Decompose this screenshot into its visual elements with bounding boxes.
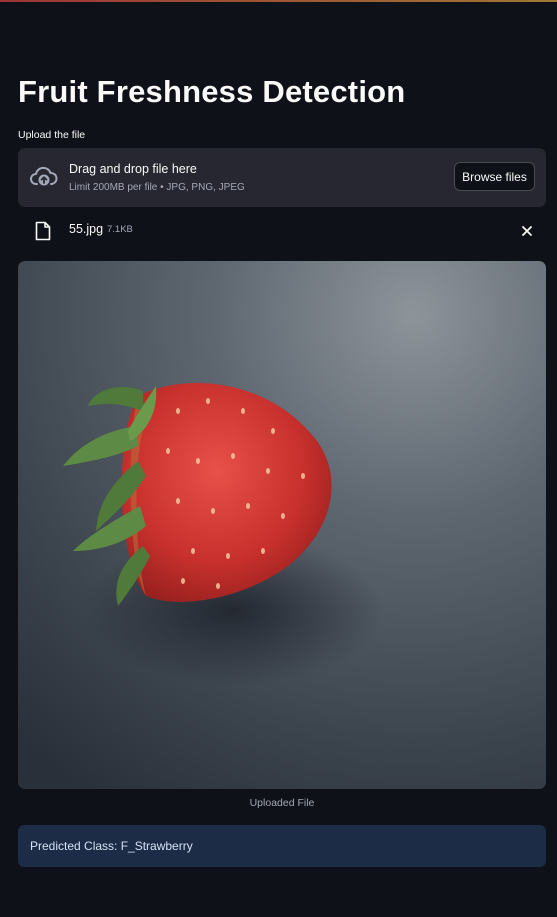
uploaded-file-row: 55.jpg 7.1KB xyxy=(18,217,546,245)
strawberry-photo xyxy=(18,261,546,789)
close-icon[interactable] xyxy=(519,223,535,239)
image-caption: Uploaded File xyxy=(249,797,315,809)
dropzone-title: Drag and drop file here xyxy=(69,162,197,176)
cloud-upload-icon xyxy=(30,166,58,186)
uploaded-file-name: 55.jpg xyxy=(69,222,104,236)
prediction-text: Predicted Class: F_Strawberry xyxy=(30,839,193,853)
top-decoration-bar xyxy=(0,0,557,2)
uploaded-file-size: 7.1KB xyxy=(107,224,133,235)
prediction-result: Predicted Class: F_Strawberry xyxy=(18,825,546,867)
dropzone-limits: Limit 200MB per file • JPG, PNG, JPEG xyxy=(69,182,245,193)
uploader-label: Upload the file xyxy=(18,129,86,141)
page-title: Fruit Freshness Detection xyxy=(18,74,406,109)
file-dropzone[interactable]: Drag and drop file here Limit 200MB per … xyxy=(18,148,546,207)
file-icon xyxy=(35,221,51,241)
uploaded-image xyxy=(18,261,546,789)
browse-files-button[interactable]: Browse files xyxy=(454,162,535,191)
